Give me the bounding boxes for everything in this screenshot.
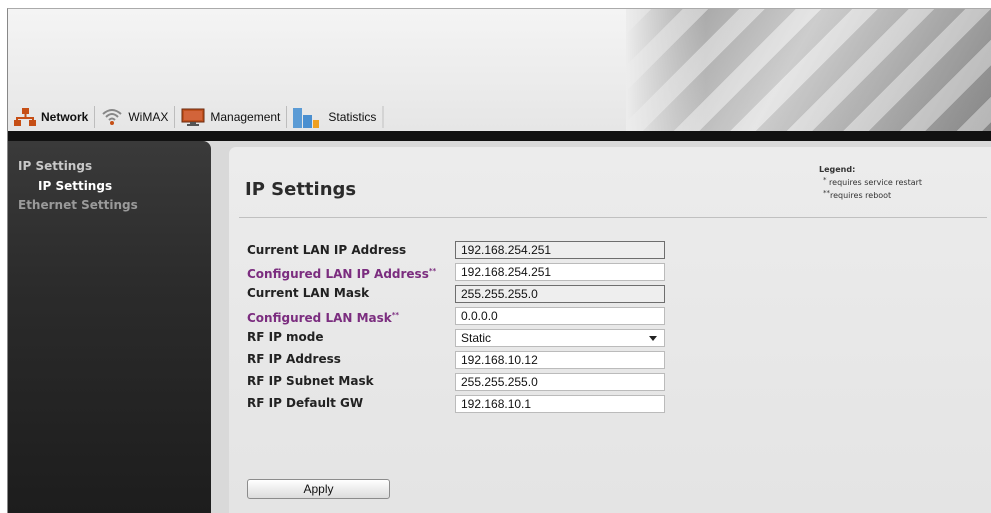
- wifi-icon: [101, 107, 123, 127]
- rf-ip-subnet-input[interactable]: 255.255.255.0: [455, 373, 665, 391]
- nav-network[interactable]: Network: [8, 103, 94, 131]
- nav-management[interactable]: Management: [175, 103, 286, 131]
- nav-statistics[interactable]: Statistics: [287, 103, 382, 131]
- configured-lan-ip-input[interactable]: 192.168.254.251: [455, 263, 665, 281]
- page-title: IP Settings: [245, 179, 357, 200]
- bar-chart-icon: [293, 106, 323, 128]
- nav-management-label: Management: [210, 110, 281, 124]
- nav-wimax-label: WiMAX: [128, 110, 169, 124]
- sidebar-item-ethernet-settings[interactable]: Ethernet Settings: [18, 198, 138, 212]
- apply-button[interactable]: Apply: [247, 479, 390, 499]
- nav-wimax[interactable]: WiMAX: [95, 103, 174, 131]
- current-lan-mask-field: 255.255.255.0: [455, 285, 665, 303]
- rf-ip-gw-input[interactable]: 192.168.10.1: [455, 395, 665, 413]
- rf-ip-mode-select[interactable]: Static: [455, 329, 665, 347]
- legend-restart: * requires service restart: [823, 176, 923, 187]
- rf-ip-subnet-label: RF IP Subnet Mask: [247, 374, 374, 388]
- top-nav: Network WiMAX Management Statistics: [8, 103, 385, 131]
- configured-lan-mask-input[interactable]: 0.0.0.0: [455, 307, 665, 325]
- network-icon: [14, 108, 36, 126]
- rf-ip-address-label: RF IP Address: [247, 352, 341, 366]
- nav-network-label: Network: [41, 110, 89, 124]
- configured-lan-mask-label: Configured LAN Mask**: [247, 311, 400, 325]
- header: Network WiMAX Management Statistics: [8, 9, 991, 131]
- rf-ip-mode-label: RF IP mode: [247, 330, 324, 344]
- current-lan-mask-label: Current LAN Mask: [247, 286, 370, 300]
- sidebar: IP Settings IP Settings Ethernet Setting…: [8, 141, 211, 513]
- configured-lan-ip-label: Configured LAN IP Address**: [247, 267, 437, 281]
- rf-ip-address-input[interactable]: 192.168.10.12: [455, 351, 665, 369]
- legend-title: Legend:: [819, 165, 856, 174]
- sidebar-item-ip-settings[interactable]: IP Settings: [18, 159, 92, 173]
- rf-ip-gw-label: RF IP Default GW: [247, 396, 364, 410]
- legend-reboot: **requires reboot: [823, 189, 892, 200]
- monitor-icon: [181, 108, 205, 126]
- chevron-down-icon: [649, 335, 657, 341]
- header-banner: [626, 9, 991, 131]
- sidebar-subitem-ip-settings[interactable]: IP Settings: [38, 179, 112, 193]
- legend: Legend: * requires service restart **req…: [819, 165, 922, 201]
- main-content: IP Settings Legend: * requires service r…: [229, 147, 991, 513]
- nav-statistics-label: Statistics: [328, 110, 377, 124]
- app-frame: Network WiMAX Management Statistics IP S…: [7, 8, 991, 513]
- current-lan-ip-label: Current LAN IP Address: [247, 243, 407, 257]
- header-bottom-bar: [8, 131, 991, 141]
- nav-divider: [382, 106, 385, 128]
- title-divider: [239, 217, 987, 218]
- rf-ip-mode-value: Static: [461, 331, 492, 345]
- current-lan-ip-field: 192.168.254.251: [455, 241, 665, 259]
